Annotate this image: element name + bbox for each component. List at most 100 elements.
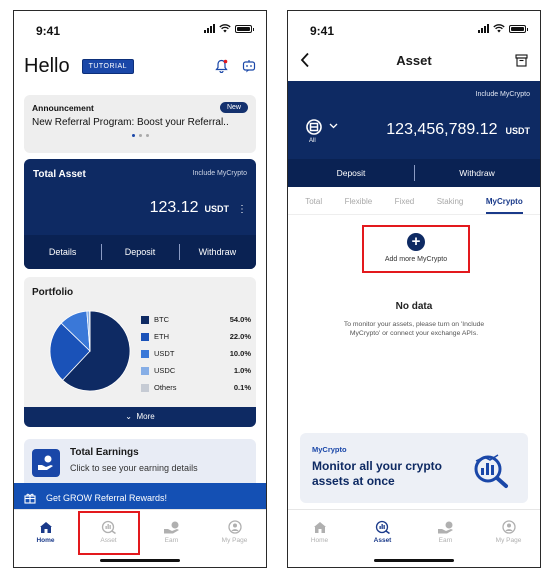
asset-unit: USDT	[505, 126, 531, 136]
tab-earn[interactable]: Earn	[414, 510, 477, 554]
total-asset-actions: Details Deposit Withdraw	[24, 235, 256, 269]
legend-label: Others	[154, 383, 177, 392]
legend-item-usdt: USDT 10.0%	[141, 345, 251, 362]
legend-swatch	[141, 315, 149, 324]
no-data-desc-line-1: To monitor your assets, please turn on '…	[343, 321, 485, 328]
all-assets-icon[interactable]	[306, 119, 322, 135]
portfolio-title: Portfolio	[32, 287, 74, 298]
chevron-down-icon: ⌄	[125, 412, 132, 421]
legend-label: ETH	[154, 332, 169, 341]
status-bar: 9:41	[288, 11, 540, 47]
total-earnings-card[interactable]: Total Earnings Click to see your earning…	[24, 439, 256, 489]
total-asset-unit: USDT	[204, 204, 230, 214]
user-icon	[227, 520, 242, 534]
tab-flexible[interactable]: Flexible	[345, 193, 373, 214]
tab-home-label: Home	[310, 536, 329, 544]
tutorial-button[interactable]: TUTORIAL	[81, 58, 135, 74]
legend-value: 54.0%	[229, 315, 251, 324]
earn-icon	[163, 521, 179, 534]
home-icon	[39, 521, 52, 533]
tab-asset[interactable]: Asset	[351, 510, 414, 554]
all-label: All	[309, 138, 316, 144]
earn-icon	[437, 521, 453, 534]
home-icon	[313, 521, 326, 533]
bottom-tab-bar: Home Asset Earn My Page	[14, 509, 266, 567]
tab-total[interactable]: Total	[305, 193, 322, 214]
tab-my-page-label: My Page	[495, 537, 522, 544]
add-more-highlight	[362, 225, 470, 273]
tab-home[interactable]: Home	[14, 510, 77, 554]
tab-home[interactable]: Home	[288, 510, 351, 554]
portfolio-pie-chart	[49, 310, 131, 392]
total-asset-card[interactable]: Total Asset Include MyCrypto 123.12 USDT…	[24, 159, 256, 269]
tab-my-page-label: My Page	[221, 537, 248, 544]
tab-earn[interactable]: Earn	[140, 510, 203, 554]
battery-icon	[509, 24, 528, 33]
announcement-card[interactable]: Announcement New New Referral Program: B…	[24, 95, 256, 153]
archive-icon[interactable]	[515, 54, 528, 67]
greeting: Hello	[24, 54, 70, 77]
nav-bar: Asset	[288, 49, 540, 75]
wifi-icon	[219, 24, 231, 33]
tab-earn-label: Earn	[438, 537, 453, 544]
home-header: Hello TUTORIAL	[24, 51, 256, 81]
legend-label: USDT	[154, 349, 175, 358]
mycrypto-promo-card[interactable]: MyCrypto Monitor all your crypto assets …	[300, 433, 528, 503]
legend-item-eth: ETH 22.0%	[141, 328, 251, 345]
gift-icon	[24, 493, 36, 504]
asset-value: 123,456,789.12	[386, 121, 498, 138]
legend-swatch	[141, 383, 149, 392]
promo-tag: MyCrypto	[312, 445, 347, 454]
more-options-icon[interactable]: ⋮	[237, 204, 247, 215]
page-title: Asset	[396, 53, 432, 68]
announcement-title: Announcement	[32, 103, 94, 113]
home-indicator	[374, 559, 454, 562]
status-bar: 9:41	[14, 11, 266, 47]
asset-tab-highlight	[78, 511, 140, 555]
status-time: 9:41	[310, 24, 335, 38]
legend-value: 22.0%	[229, 332, 251, 341]
home-indicator	[100, 559, 180, 562]
legend-value: 1.0%	[233, 366, 251, 375]
withdraw-button[interactable]: Withdraw	[414, 165, 540, 181]
deposit-button[interactable]: Deposit	[101, 244, 178, 260]
signal-icon	[204, 24, 215, 33]
include-mycrypto-toggle[interactable]: Include MyCrypto	[476, 91, 530, 98]
bell-icon[interactable]	[215, 59, 228, 73]
promo-headline-line-2: assets at once	[312, 474, 395, 488]
tab-fixed[interactable]: Fixed	[395, 193, 415, 214]
asset-summary-card: Include MyCrypto All 123,456,789.12 USDT…	[288, 81, 540, 187]
portfolio-more-button[interactable]: ⌄ More	[24, 407, 256, 427]
no-data-title: No data	[395, 301, 433, 312]
carousel-dots	[32, 134, 248, 137]
chevron-down-icon[interactable]	[329, 123, 338, 129]
chat-bot-icon[interactable]	[242, 59, 256, 73]
legend-swatch	[141, 332, 149, 341]
details-button[interactable]: Details	[24, 247, 101, 257]
total-earnings-subtitle: Click to see your earning details	[70, 463, 198, 473]
tab-mycrypto[interactable]: MyCrypto	[485, 193, 523, 214]
tab-staking[interactable]: Staking	[437, 193, 464, 214]
wifi-icon	[493, 24, 505, 33]
total-earnings-title: Total Earnings	[70, 447, 139, 458]
legend-swatch	[141, 349, 149, 358]
no-data-description: To monitor your assets, please turn on '…	[308, 320, 520, 338]
portfolio-legend: BTC 54.0% ETH 22.0% USDT 10.0% USDC 1.0% Others 0…	[141, 311, 251, 396]
battery-icon	[235, 24, 254, 33]
deposit-button[interactable]: Deposit	[288, 168, 414, 178]
promo-headline-line-1: Monitor all your crypto	[312, 459, 443, 473]
referral-banner-text: Get GROW Referral Rewards!	[46, 493, 168, 503]
asset-category-tabs: Total Flexible Fixed Staking MyCrypto	[288, 193, 540, 215]
tab-home-label: Home	[36, 536, 55, 544]
signal-icon	[478, 24, 489, 33]
tab-asset-label: Asset	[373, 537, 392, 544]
withdraw-button[interactable]: Withdraw	[178, 244, 256, 260]
user-icon	[501, 520, 516, 534]
tab-my-page[interactable]: My Page	[477, 510, 540, 554]
legend-label: BTC	[154, 315, 169, 324]
tab-my-page[interactable]: My Page	[203, 510, 266, 554]
legend-item-btc: BTC 54.0%	[141, 311, 251, 328]
asset-actions: Deposit Withdraw	[288, 159, 540, 187]
legend-value: 10.0%	[229, 349, 251, 358]
legend-item-others: Others 0.1%	[141, 379, 251, 396]
